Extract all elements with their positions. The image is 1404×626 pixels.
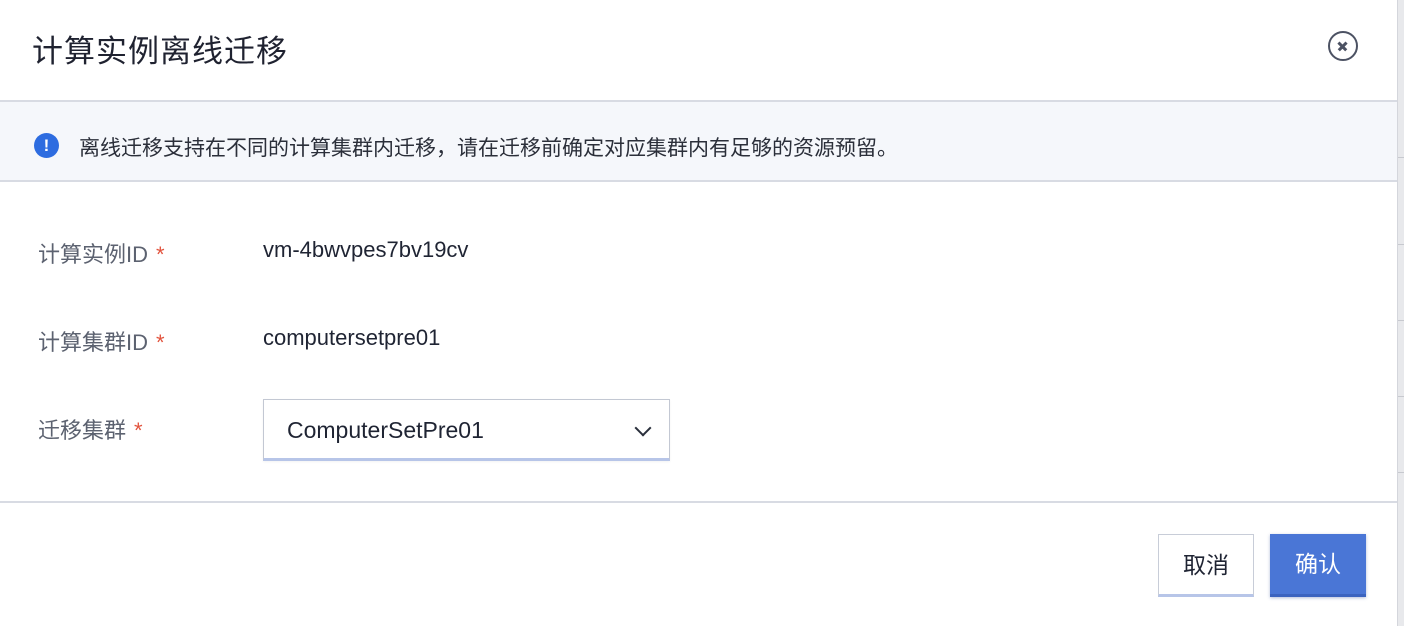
required-mark: * — [156, 330, 165, 355]
chevron-down-icon — [634, 419, 652, 437]
gutter-line — [1398, 396, 1404, 397]
confirm-button[interactable]: 确认 — [1270, 534, 1366, 597]
target-cluster-label-text: 迁移集群 — [38, 418, 127, 443]
cancel-button[interactable]: 取消 — [1158, 534, 1254, 597]
instance-id-label-text: 计算实例ID — [38, 242, 149, 267]
instance-id-label: 计算实例ID * — [38, 237, 165, 269]
close-icon[interactable] — [1328, 31, 1358, 61]
gutter-line — [1398, 244, 1404, 245]
dialog-title: 计算实例离线迁移 — [32, 34, 288, 69]
info-notice: ! 离线迁移支持在不同的计算集群内迁移，请在迁移前确定对应集群内有足够的资源预留… — [0, 102, 1397, 182]
background-gutter — [1398, 0, 1404, 626]
target-cluster-select[interactable]: ComputerSetPre01 — [263, 399, 670, 461]
offline-migration-dialog: 计算实例离线迁移 ! 离线迁移支持在不同的计算集群内迁移，请在迁移前确定对应集群… — [0, 0, 1398, 626]
info-icon: ! — [34, 133, 59, 158]
target-cluster-selected-value: ComputerSetPre01 — [287, 417, 484, 443]
gutter-line — [1398, 157, 1404, 158]
instance-id-value: vm-4bwvpes7bv19cv — [263, 237, 469, 262]
cluster-id-label: 计算集群ID * — [38, 325, 165, 357]
footer-divider — [0, 501, 1397, 503]
dialog-header: 计算实例离线迁移 — [0, 0, 1397, 102]
target-cluster-label: 迁移集群 * — [38, 413, 143, 445]
required-mark: * — [156, 242, 165, 267]
required-mark: * — [134, 418, 143, 443]
gutter-line — [1398, 472, 1404, 473]
cluster-id-label-text: 计算集群ID — [38, 330, 149, 355]
cluster-id-value: computersetpre01 — [263, 325, 441, 350]
notice-text: 离线迁移支持在不同的计算集群内迁移，请在迁移前确定对应集群内有足够的资源预留。 — [79, 137, 898, 160]
gutter-line — [1398, 320, 1404, 321]
